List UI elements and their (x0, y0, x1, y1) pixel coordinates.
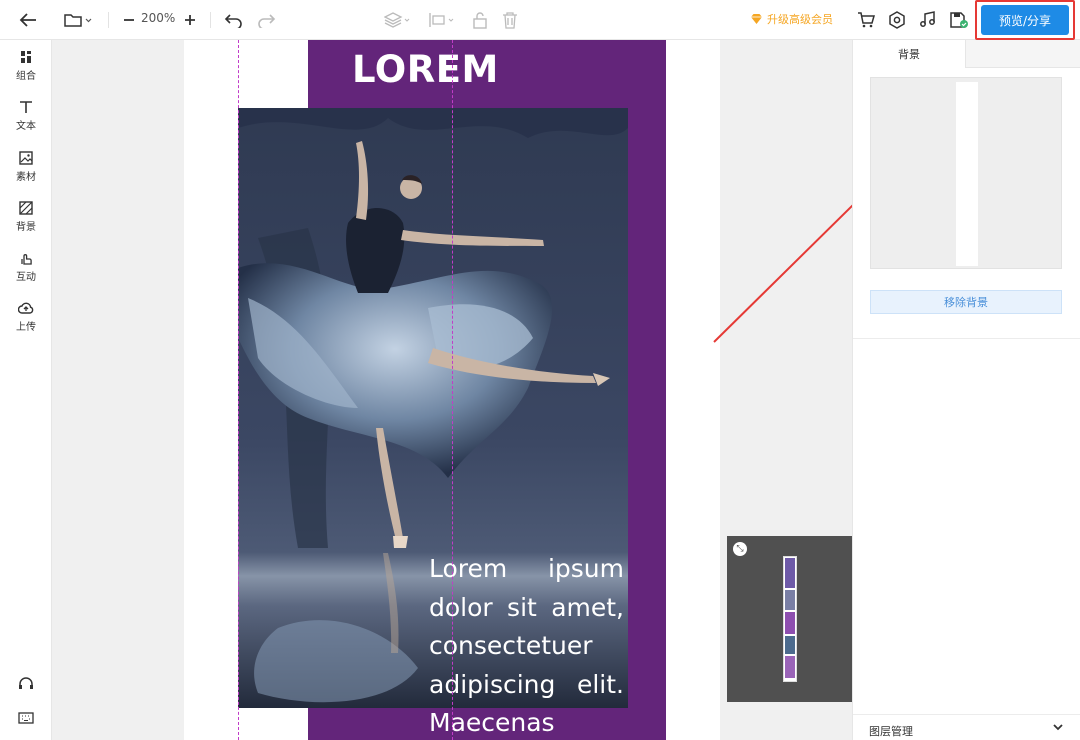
sidebar-item-label: 互动 (16, 272, 36, 283)
sidebar-item-upload[interactable]: 上传 (0, 301, 52, 345)
body-text-line: adipiscing elit. (429, 669, 624, 699)
zoom-level: 200% (141, 11, 176, 25)
back-arrow-icon[interactable] (16, 8, 40, 32)
interact-icon (21, 254, 32, 265)
page-navigator[interactable]: ⤡ (727, 536, 852, 702)
save-icon[interactable] (948, 8, 970, 32)
sidebar-item-text[interactable]: 文本 (0, 100, 52, 144)
undo-icon[interactable] (222, 8, 246, 32)
body-text[interactable]: Lorem ipsum dolor sit amet, consectetuer… (429, 550, 624, 740)
chevron-down-icon[interactable] (1053, 723, 1063, 734)
tab-background[interactable]: 背景 (853, 40, 966, 68)
settings-icon[interactable] (887, 8, 907, 32)
body-text-line: dolor sit amet, (429, 592, 624, 622)
collapse-icon[interactable]: ⤡ (733, 542, 747, 556)
align-icon[interactable] (426, 8, 458, 32)
zoom-in-icon[interactable] (181, 8, 199, 32)
diamond-icon (751, 14, 762, 24)
remove-background-button[interactable]: 移除背景 (870, 290, 1062, 314)
sidebar-item-combine[interactable]: 组合 (0, 50, 52, 94)
layer-manager-bar[interactable]: 图层管理 (853, 714, 1080, 740)
sidebar-item-label: 组合 (16, 71, 36, 82)
toolbar-divider (108, 12, 109, 28)
keyboard-icon[interactable] (16, 708, 36, 728)
body-text-line: Maecenas (429, 708, 555, 737)
file-menu-button[interactable] (62, 8, 94, 32)
sidebar-item-label: 上传 (16, 322, 36, 333)
sidebar-item-label: 文本 (16, 121, 36, 132)
canvas-area[interactable]: LOREM Lorem ipsum dolor sit amet, consec… (52, 40, 852, 740)
sidebar-item-material[interactable]: 素材 (0, 151, 52, 195)
design-page[interactable]: LOREM Lorem ipsum dolor sit amet, consec… (238, 40, 666, 740)
left-sidebar: 组合 文本 素材 背景 互动 上传 (0, 40, 52, 740)
cart-icon[interactable] (856, 8, 876, 32)
trash-icon[interactable] (500, 8, 520, 32)
annotation-highlight-box (975, 0, 1075, 40)
guide-line (452, 40, 453, 740)
background-preview[interactable] (870, 77, 1062, 269)
text-icon (20, 101, 32, 113)
zoom-out-icon[interactable] (120, 8, 138, 32)
background-icon (19, 201, 33, 215)
body-text-line: consectetuer (429, 631, 593, 660)
redo-icon[interactable] (254, 8, 278, 32)
panel-divider (853, 338, 1080, 339)
navigator-thumbnail[interactable] (783, 556, 797, 682)
music-icon[interactable] (918, 8, 938, 32)
right-panel-tabs: 背景 (853, 40, 1080, 68)
layers-icon[interactable] (382, 8, 414, 32)
sidebar-item-label: 背景 (16, 222, 36, 233)
combine-icon (21, 51, 31, 63)
sidebar-item-background[interactable]: 背景 (0, 201, 52, 245)
body-text-line: Lorem ipsum (429, 554, 624, 583)
image-icon (19, 151, 33, 165)
right-panel: 背景 移除背景 图层管理 (852, 40, 1080, 740)
toolbar-divider (210, 12, 211, 28)
customer-service-icon[interactable] (16, 674, 36, 694)
upload-icon (18, 302, 34, 314)
guide-line (238, 40, 239, 740)
background-preview-strip (956, 82, 978, 266)
upgrade-vip-link[interactable]: 升级高级会员 (750, 11, 833, 27)
layer-manager-label: 图层管理 (869, 725, 913, 738)
upgrade-vip-label: 升级高级会员 (767, 13, 833, 26)
lock-icon[interactable] (470, 8, 490, 32)
top-toolbar: 200% 升级高级会员 预览/分享 (0, 0, 1080, 40)
page-title-text[interactable]: LOREM (352, 48, 499, 91)
sidebar-item-interact[interactable]: 互动 (0, 251, 52, 295)
sidebar-item-label: 素材 (16, 172, 36, 183)
